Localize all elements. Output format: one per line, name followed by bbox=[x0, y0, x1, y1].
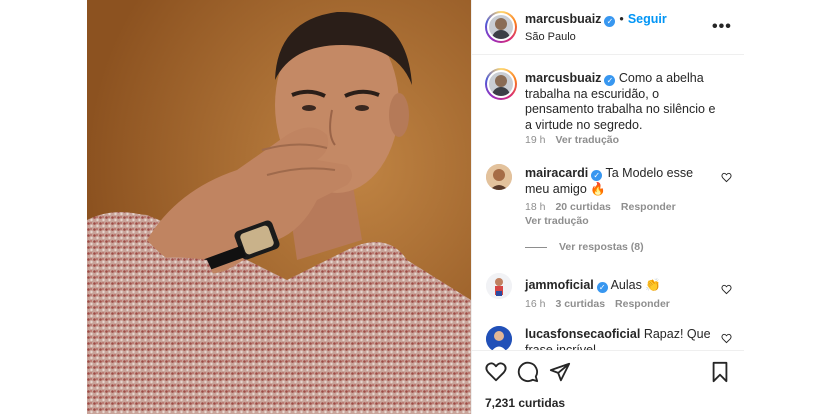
verified-badge-icon: ✓ bbox=[591, 170, 603, 181]
avatar-photo bbox=[486, 164, 512, 190]
comment-like-heart-icon[interactable] bbox=[721, 284, 732, 295]
caption-text-block: marcusbuaiz ✓ Como a abelha trabalha na e… bbox=[525, 71, 720, 133]
comment-likes[interactable]: 20 curtidas bbox=[555, 201, 610, 213]
reply-button[interactable]: Responder bbox=[615, 298, 670, 310]
comment-username[interactable]: lucasfonsecaoficial bbox=[525, 327, 640, 341]
view-replies-button[interactable]: Ver respostas (8) bbox=[525, 241, 644, 253]
instagram-post: marcusbuaiz ✓ • Seguir São Paulo ••• marcus… bbox=[87, 0, 744, 414]
comment-avatar[interactable] bbox=[486, 164, 512, 190]
comment-translate-link[interactable]: Ver tradução bbox=[525, 215, 589, 227]
post-sidebar: marcusbuaiz ✓ • Seguir São Paulo ••• marcus… bbox=[471, 0, 744, 414]
author-row: marcusbuaiz ✓ • Seguir bbox=[525, 12, 667, 27]
portrait-illustration bbox=[87, 0, 471, 414]
comment-meta: 18 h 20 curtidas Responder bbox=[525, 201, 686, 213]
comment-meta: 16 h 3 curtidas Responder bbox=[525, 298, 680, 310]
comment-text-block: jammoficial ✓ Aulas 👏 bbox=[525, 278, 720, 294]
comment-username[interactable]: mairacardi bbox=[525, 166, 588, 180]
follow-button[interactable]: Seguir bbox=[628, 12, 667, 26]
verified-badge-icon: ✓ bbox=[604, 75, 616, 86]
post-header: marcusbuaiz ✓ • Seguir São Paulo ••• bbox=[472, 0, 744, 55]
caption-time[interactable]: 19 h bbox=[525, 134, 545, 146]
author-username[interactable]: marcusbuaiz bbox=[525, 12, 601, 26]
caption-username[interactable]: marcusbuaiz bbox=[525, 71, 601, 85]
comment-like-heart-icon[interactable] bbox=[721, 333, 732, 344]
comment-avatar[interactable] bbox=[486, 326, 512, 350]
comment-username[interactable]: jammoficial bbox=[525, 278, 594, 292]
bookmark-icon[interactable] bbox=[709, 361, 731, 383]
comment-avatar[interactable] bbox=[486, 273, 512, 299]
more-options-icon[interactable]: ••• bbox=[712, 18, 732, 36]
comment-text-block: mairacardi ✓ Ta Modelo esse meu amigo 🔥 bbox=[525, 166, 720, 197]
post-likes-count[interactable]: 7,231 curtidas bbox=[485, 396, 565, 410]
comment-time[interactable]: 16 h bbox=[525, 298, 545, 310]
reply-button[interactable]: Responder bbox=[621, 201, 676, 213]
caption-translate-link[interactable]: Ver tradução bbox=[555, 134, 619, 146]
caption-meta: 19 h Ver tradução bbox=[525, 134, 629, 146]
comments-list[interactable]: marcusbuaiz ✓ Como a abelha trabalha na e… bbox=[472, 56, 744, 350]
heart-icon[interactable] bbox=[485, 361, 507, 383]
caption-avatar[interactable] bbox=[485, 68, 517, 100]
comment-likes[interactable]: 3 curtidas bbox=[555, 298, 605, 310]
avatar-photo bbox=[486, 273, 512, 299]
separator-dot: • bbox=[619, 12, 624, 26]
comment-text: Aulas 👏 bbox=[610, 278, 661, 292]
post-photo[interactable] bbox=[87, 0, 471, 414]
verified-badge-icon: ✓ bbox=[604, 16, 616, 27]
verified-badge-icon: ✓ bbox=[596, 282, 608, 293]
comment-translate-row: Ver tradução bbox=[525, 215, 599, 227]
comment-time[interactable]: 18 h bbox=[525, 201, 545, 213]
replies-divider bbox=[525, 246, 547, 248]
comment-icon[interactable] bbox=[517, 361, 539, 383]
comment-like-heart-icon[interactable] bbox=[721, 172, 732, 183]
post-location[interactable]: São Paulo bbox=[525, 31, 576, 43]
avatar-photo bbox=[486, 326, 512, 350]
author-avatar[interactable] bbox=[485, 11, 517, 43]
action-bar: 7,231 curtidas bbox=[472, 350, 744, 414]
comment-text-block: lucasfonsecaoficial Rapaz! Que frase inc… bbox=[525, 327, 720, 350]
view-replies-label[interactable]: Ver respostas (8) bbox=[559, 241, 644, 253]
paper-plane-icon[interactable] bbox=[549, 361, 571, 383]
